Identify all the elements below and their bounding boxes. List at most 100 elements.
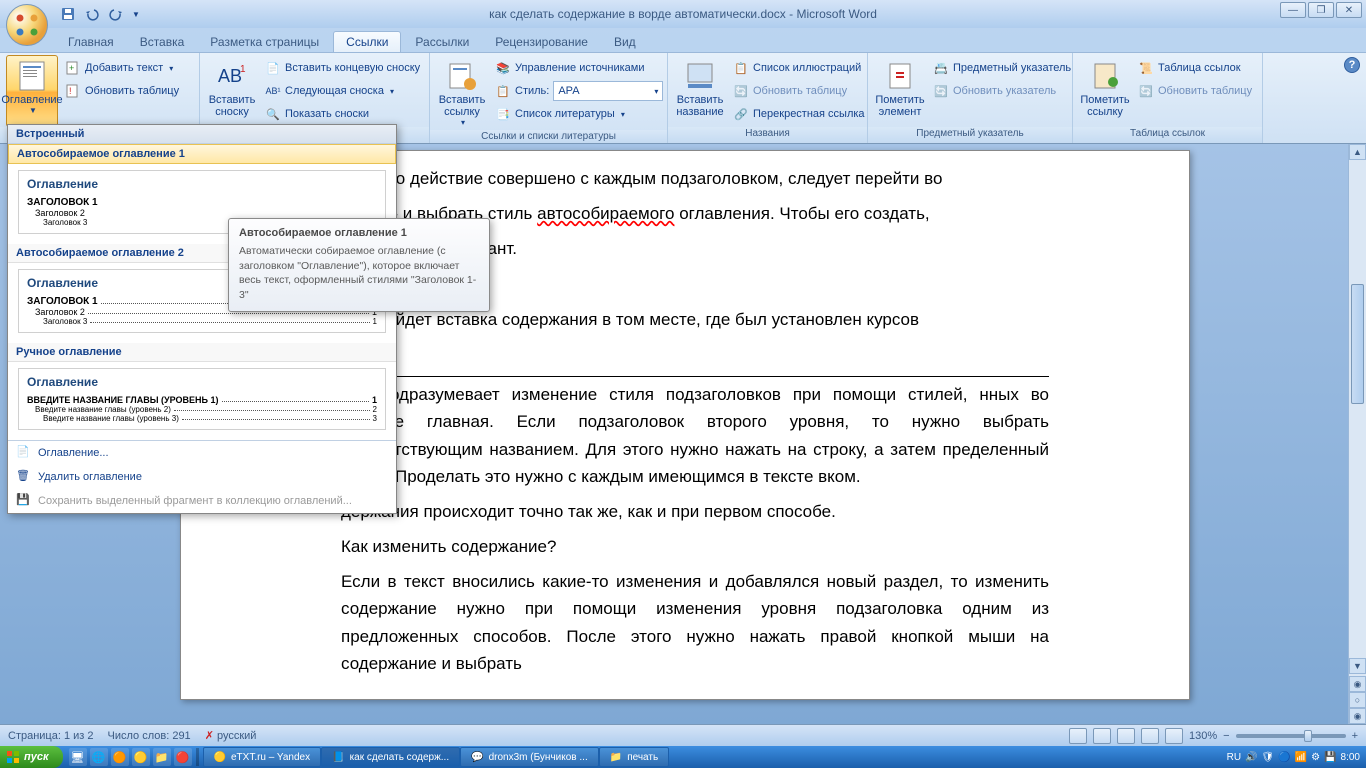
group-captions: Вставить название 📋Список иллюстраций 🔄О… [668,53,868,143]
view-web-button[interactable] [1117,728,1135,744]
chevron-down-icon: ▾ [654,87,658,96]
toc-preview-3[interactable]: Оглавление ВВЕДИТЕ НАЗВАНИЕ ГЛАВЫ (УРОВЕ… [18,368,386,430]
update-index-button[interactable]: 🔄Обновить указатель [930,80,1074,102]
toc-gallery-item-auto1[interactable]: Автособираемое оглавление 1 [8,144,396,164]
quick-access-toolbar: ▼ [58,4,140,24]
toa-button[interactable]: 📜Таблица ссылок [1135,57,1255,79]
view-fullscreen-button[interactable] [1093,728,1111,744]
mark-entry-button[interactable]: Пометить элемент [874,55,926,127]
add-text-icon: + [65,60,81,76]
toc-icon [16,60,48,92]
cross-reference-button[interactable]: 🔗Перекрестная ссылка [730,103,868,125]
tray-icon[interactable]: 🔊 [1245,752,1257,763]
table-of-figures-button[interactable]: 📋Список иллюстраций [730,57,868,79]
tray-icon[interactable]: 🛡 [1262,752,1275,763]
view-draft-button[interactable] [1165,728,1183,744]
ql-icon[interactable]: 🟠 [111,748,129,766]
ql-icon[interactable]: 🌐 [90,748,108,766]
qat-customize-icon[interactable]: ▼ [132,10,140,19]
ql-icon[interactable]: 📁 [153,748,171,766]
update-figures-button[interactable]: 🔄Обновить таблицу [730,80,868,102]
footnote-icon: AB1 [216,60,248,92]
statusbar: Страница: 1 из 2 Число слов: 291 ✗ русск… [0,724,1366,746]
taskbar-app[interactable]: 🟡eTXT.ru – Yandex [203,747,322,767]
vertical-scrollbar[interactable]: ▲ ▼ ◉ ○ ◉ [1348,144,1366,724]
index-icon: 📇 [933,60,949,76]
tray-icon[interactable]: ⚙ [1311,752,1320,763]
next-page-button[interactable]: ◉ [1349,708,1366,724]
ql-icon[interactable]: 🔴 [174,748,192,766]
toc-custom-menuitem[interactable]: 📄Оглавление... [8,441,396,465]
group-citations: Вставить ссылку▾ 📚Управление источниками… [430,53,668,143]
update-icon: ! [65,83,81,99]
tab-view[interactable]: Вид [602,32,648,52]
tab-home[interactable]: Главная [56,32,126,52]
update-toa-button[interactable]: 🔄Обновить таблицу [1135,80,1255,102]
insert-index-button[interactable]: 📇Предметный указатель [930,57,1074,79]
toc-button[interactable]: Оглавление ▼ [6,55,58,127]
ql-icon[interactable]: 🟡 [132,748,150,766]
status-lang[interactable]: ✗ русский [205,729,257,742]
show-notes-button[interactable]: 🔍Показать сноски [262,103,423,125]
start-button[interactable]: пуск [0,746,63,768]
zoom-slider-thumb[interactable] [1304,730,1312,742]
insert-citation-button[interactable]: Вставить ссылку▾ [436,55,488,130]
tab-mailings[interactable]: Рассылки [403,32,481,52]
document-paragraph: держания происходит точно так же, как и … [341,498,1049,525]
tab-references[interactable]: Ссылки [333,31,401,52]
view-outline-button[interactable] [1141,728,1159,744]
minimize-button[interactable]: — [1280,2,1306,18]
redo-button[interactable] [106,4,126,24]
prev-page-button[interactable]: ◉ [1349,676,1366,692]
bibliography-button[interactable]: 📑Список литературы▾ [492,103,666,125]
tray-clock[interactable]: 8:00 [1341,752,1360,763]
insert-footnote-label: Вставить сноску [209,94,256,118]
mark-citation-button[interactable]: Пометить ссылку [1079,55,1131,127]
chevron-down-icon: ▼ [29,106,37,115]
status-page[interactable]: Страница: 1 из 2 [8,730,94,742]
insert-footnote-button[interactable]: AB1 Вставить сноску [206,55,258,127]
zoom-slider[interactable] [1236,734,1346,738]
ql-icon[interactable]: 🖥 [69,748,87,766]
help-button[interactable]: ? [1344,57,1360,73]
next-footnote-button[interactable]: AB¹Следующая сноска▾ [262,80,423,102]
document-paragraph: , как это действие совершено с каждым по… [341,165,1049,192]
maximize-button[interactable]: ❐ [1308,2,1334,18]
update-toc-button[interactable]: !Обновить таблицу [62,80,182,102]
insert-endnote-button[interactable]: 📄Вставить концевую сноску [262,57,423,79]
tab-insert[interactable]: Вставка [128,32,197,52]
document-paragraph: Как изменить содержание? [341,533,1049,560]
taskbar-app[interactable]: 📘как сделать содерж... [321,747,460,767]
undo-button[interactable] [82,4,102,24]
manage-sources-button[interactable]: 📚Управление источниками [492,57,666,79]
taskbar: пуск 🖥 🌐 🟠 🟡 📁 🔴 🟡eTXT.ru – Yandex 📘как … [0,746,1366,768]
close-button[interactable]: ✕ [1336,2,1362,18]
style-select[interactable]: APA▾ [553,81,663,101]
taskbar-app[interactable]: 📁печать [599,747,669,767]
view-print-button[interactable] [1069,728,1087,744]
insert-caption-button[interactable]: Вставить название [674,55,726,127]
scroll-up-button[interactable]: ▲ [1349,144,1366,160]
tray-icon[interactable]: 📶 [1295,752,1307,763]
zoom-out-button[interactable]: − [1223,730,1229,742]
cross-ref-icon: 🔗 [733,106,749,122]
zoom-level[interactable]: 130% [1189,730,1217,742]
document-paragraph: Если в текст вносились какие-то изменени… [341,568,1049,677]
taskbar-app[interactable]: 💬dronx3m (Бунчиков ... [460,747,599,767]
scroll-down-button[interactable]: ▼ [1349,658,1366,674]
scroll-thumb[interactable] [1351,284,1364,404]
tray-lang[interactable]: RU [1227,752,1241,763]
toc-gallery-item-manual[interactable]: Ручное оглавление [8,343,396,362]
zoom-in-button[interactable]: + [1352,730,1358,742]
office-button[interactable] [6,4,48,46]
browse-object-button[interactable]: ○ [1349,692,1366,708]
status-words[interactable]: Число слов: 291 [108,730,191,742]
add-text-button[interactable]: +Добавить текст▾ [62,57,182,79]
tray-icon[interactable]: 💾 [1324,752,1336,763]
save-button[interactable] [58,4,78,24]
tab-review[interactable]: Рецензирование [483,32,600,52]
tray-icon[interactable]: 🔵 [1278,752,1290,763]
tab-page-layout[interactable]: Разметка страницы [198,32,331,52]
toc-remove-menuitem[interactable]: 🗑Удалить оглавление [8,465,396,489]
tooltip-title: Автособираемое оглавление 1 [239,227,479,239]
